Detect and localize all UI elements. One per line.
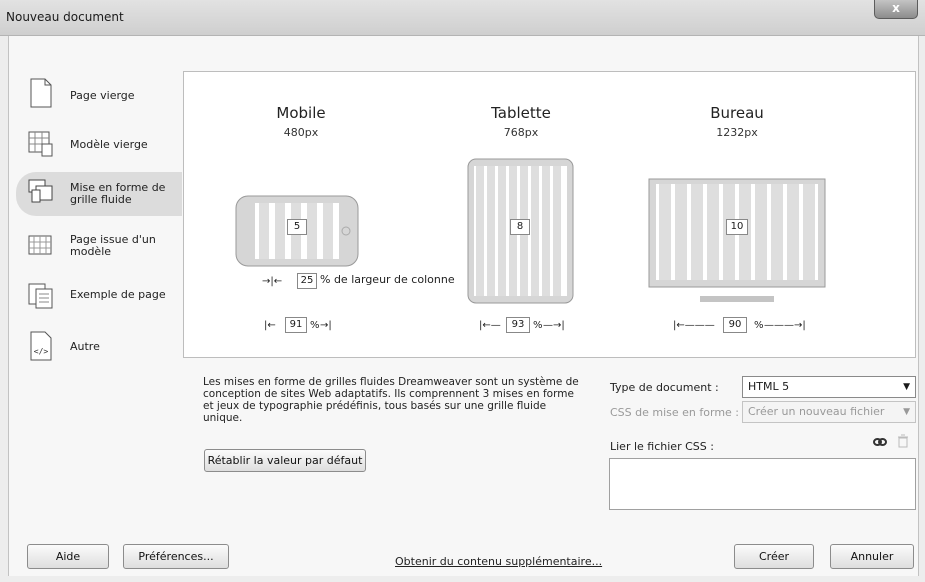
desktop-title: Bureau: [710, 104, 764, 122]
blank-template-icon: [28, 131, 53, 157]
category-grille-fluide[interactable]: Mise en forme de grille fluide: [16, 172, 182, 216]
fluid-grid-icon: [28, 179, 53, 203]
more-content-link[interactable]: Obtenir du contenu supplémentaire...: [395, 555, 602, 568]
width-arrow-left-icon: |←—: [479, 320, 501, 331]
other-code-icon: </>: [30, 331, 52, 361]
window-title: Nouveau document: [6, 10, 124, 24]
desktop-width-field[interactable]: 90: [723, 317, 747, 333]
width-arrow-right-icon: ———→|: [764, 320, 806, 331]
create-button[interactable]: Créer: [734, 544, 814, 569]
attach-css-label: Lier le fichier CSS :: [610, 440, 714, 453]
mobile-px: 480px: [283, 126, 319, 139]
desktop-columns-field[interactable]: 10: [726, 219, 748, 235]
mobile-width-unit: %: [310, 320, 320, 331]
svg-text:</>: </>: [34, 347, 49, 356]
trash-icon: [898, 434, 908, 448]
width-arrow-right-icon: —→|: [543, 320, 565, 331]
doc-type-value: HTML 5: [748, 380, 790, 393]
desktop-width-unit: %: [754, 320, 764, 331]
category-label: Mise en forme de grille fluide: [70, 181, 166, 206]
tablet-width-unit: %: [533, 320, 543, 331]
category-label: Page issue d'un modèle: [70, 233, 156, 258]
chevron-down-icon: ▼: [903, 382, 910, 392]
category-label: Modèle vierge: [70, 138, 148, 151]
preferences-button[interactable]: Préférences...: [123, 544, 229, 569]
attached-css-list[interactable]: [609, 458, 916, 510]
tablet-columns-field[interactable]: 8: [510, 219, 530, 235]
chevron-down-icon: ▼: [903, 407, 910, 417]
tablet-title: Tablette: [491, 104, 551, 122]
css-layout-value: Créer un nouveau fichier: [748, 405, 885, 418]
width-arrow-right-icon: →|: [320, 320, 332, 331]
width-arrow-left-icon: |←: [264, 320, 276, 331]
mobile-title: Mobile: [276, 104, 326, 122]
gutter-label: % de largeur de colonne: [320, 273, 455, 286]
category-autre[interactable]: </> Autre: [16, 327, 182, 371]
mobile-width-field[interactable]: 91: [285, 317, 307, 333]
page-from-template-icon: [28, 235, 52, 255]
help-button[interactable]: Aide: [27, 544, 109, 569]
category-label: Page vierge: [70, 89, 135, 102]
category-modele-vierge[interactable]: Modèle vierge: [16, 124, 182, 168]
title-bar: Nouveau document x: [0, 0, 925, 36]
blank-page-icon: [30, 78, 52, 108]
description-text: Les mises en forme de grilles fluides Dr…: [203, 376, 579, 424]
category-exemple[interactable]: Exemple de page: [16, 276, 182, 320]
tablet-px: 768px: [503, 126, 539, 139]
gutter-arrows-icon: →|←: [262, 276, 283, 287]
category-label: Autre: [70, 340, 100, 353]
close-button[interactable]: x: [874, 0, 918, 19]
css-layout-select: Créer un nouveau fichier ▼: [742, 401, 916, 423]
link-icon[interactable]: [873, 436, 887, 448]
desktop-px: 1232px: [716, 126, 758, 139]
category-page-modele[interactable]: Page issue d'un modèle: [16, 226, 182, 270]
css-layout-label: CSS de mise en forme :: [610, 406, 740, 419]
category-label: Exemple de page: [70, 288, 166, 301]
mobile-columns-field[interactable]: 5: [287, 219, 307, 235]
width-arrow-left-icon: |←———: [673, 320, 715, 331]
doc-type-label: Type de document :: [610, 381, 719, 394]
reset-default-button[interactable]: Rétablir la valeur par défaut: [204, 449, 366, 472]
gutter-field[interactable]: 25: [297, 273, 317, 289]
doc-type-select[interactable]: HTML 5 ▼: [742, 376, 916, 398]
tablet-width-field[interactable]: 93: [506, 317, 530, 333]
close-icon: x: [892, 1, 900, 15]
sample-page-icon: [28, 283, 53, 309]
cancel-button[interactable]: Annuler: [830, 544, 914, 569]
desktop-device-graphic: [648, 178, 826, 302]
category-page-vierge[interactable]: Page vierge: [16, 74, 182, 118]
